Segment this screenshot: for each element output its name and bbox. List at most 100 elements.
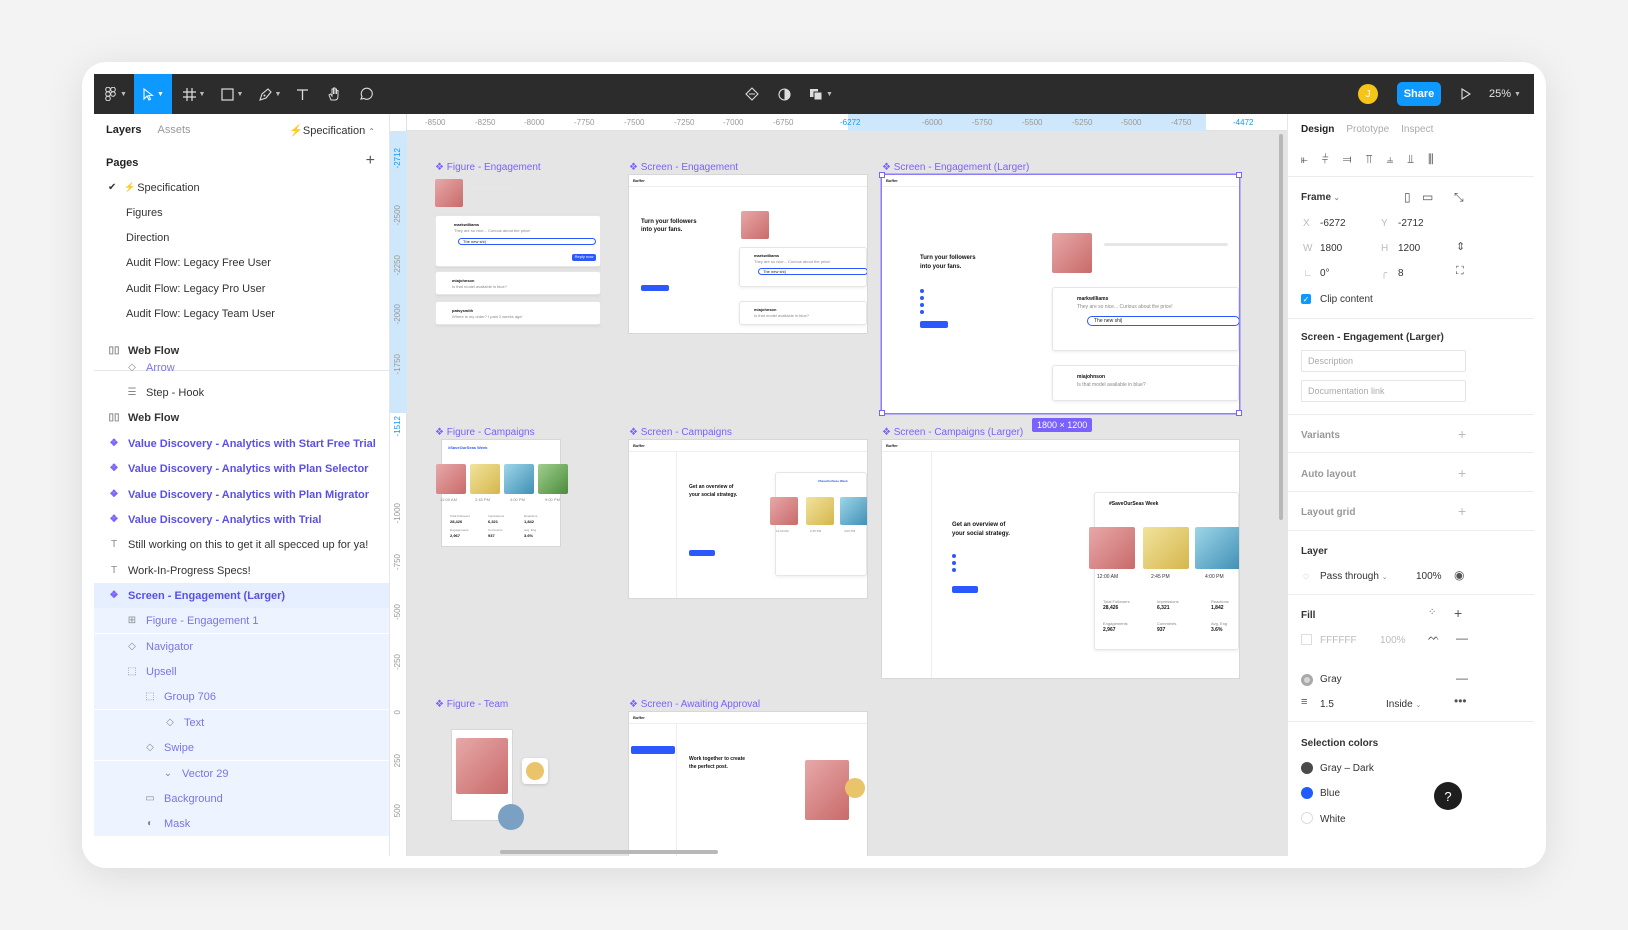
height-input[interactable]: 1200 xyxy=(1398,243,1420,254)
align-left-icon[interactable]: ⫦ xyxy=(1301,152,1308,167)
color-swatch[interactable] xyxy=(1301,812,1313,824)
layer-value-discovery-free-trial[interactable]: ❖ Value Discovery - Analytics with Start … xyxy=(94,431,389,456)
frame-screen-campaigns-larger[interactable]: Buffer Get an overview of your social st… xyxy=(882,440,1239,678)
current-page-selector[interactable]: ⚡Specification ⌃ xyxy=(289,124,375,137)
hand-tool-button[interactable] xyxy=(322,74,346,114)
frame-label-screen-engagement[interactable]: ❖ Screen - Engagement xyxy=(629,162,738,173)
tab-inspect[interactable]: Inspect xyxy=(1401,124,1433,135)
page-item-audit-pro[interactable]: Audit Flow: Legacy Pro User xyxy=(94,276,389,301)
canvas-horizontal-scrollbar[interactable] xyxy=(500,850,718,854)
layer-arrow[interactable]: ◇ Arrow xyxy=(94,355,389,380)
selection-color-name[interactable]: Blue xyxy=(1320,788,1340,799)
color-swatch[interactable] xyxy=(1301,787,1313,799)
layer-vector-29[interactable]: ⌄ Vector 29 xyxy=(94,761,389,786)
y-input[interactable]: -2712 xyxy=(1398,218,1424,229)
page-item-direction[interactable]: Direction xyxy=(94,225,389,250)
layer-background[interactable]: ▭ Background xyxy=(94,786,389,811)
layer-text-wip[interactable]: T Work-In-Progress Specs! xyxy=(94,558,389,583)
canvas-vertical-scrollbar[interactable] xyxy=(1279,134,1283,520)
component-swap-button[interactable] xyxy=(740,74,764,114)
stroke-swatch[interactable] xyxy=(1301,674,1313,686)
corner-radius-input[interactable]: 8 xyxy=(1398,268,1404,279)
layer-navigator[interactable]: ◇ Navigator xyxy=(94,634,389,659)
tab-assets[interactable]: Assets xyxy=(157,124,190,136)
add-fill-plus-icon[interactable]: + xyxy=(1454,605,1462,621)
main-menu-button[interactable]: ▼ xyxy=(100,74,132,114)
align-center-h-icon[interactable]: ⫩ xyxy=(1322,152,1329,167)
landscape-orientation-icon[interactable]: ▭ xyxy=(1422,190,1433,204)
design-canvas[interactable]: -8500 -8250 -8000 -7750 -7500 -7250 -700… xyxy=(390,114,1287,856)
layer-web-flow-2[interactable]: ▯▯ Web Flow xyxy=(94,405,389,430)
clip-content-checkbox[interactable]: ✓ xyxy=(1301,294,1311,304)
page-item-specification[interactable]: ✔ ⚡ Specification xyxy=(94,175,389,200)
remove-stroke-minus-icon[interactable]: — xyxy=(1456,671,1468,685)
documentation-link-input[interactable]: Documentation link xyxy=(1301,380,1466,402)
zoom-dropdown[interactable]: 25% ▼ xyxy=(1489,74,1521,114)
align-middle-v-icon[interactable]: ⫨ xyxy=(1387,152,1394,167)
portrait-orientation-icon[interactable]: ▯ xyxy=(1404,190,1411,204)
description-input[interactable]: Description xyxy=(1301,350,1466,372)
layer-mask[interactable]: ◐ Mask xyxy=(94,811,389,836)
comment-tool-button[interactable] xyxy=(354,74,378,114)
align-right-icon[interactable]: ⫤ xyxy=(1343,152,1352,167)
tab-design[interactable]: Design xyxy=(1301,124,1334,135)
constrain-proportions-icon[interactable]: ⇕ xyxy=(1456,240,1465,253)
x-input[interactable]: -6272 xyxy=(1320,218,1346,229)
frame-dropdown[interactable]: Frame ⌄ xyxy=(1301,192,1340,203)
eye-icon[interactable]: ◉ xyxy=(1454,568,1464,582)
help-button[interactable]: ? xyxy=(1434,782,1462,810)
mask-button[interactable] xyxy=(772,74,796,114)
selection-color-name[interactable]: White xyxy=(1320,814,1346,825)
selection-handle[interactable] xyxy=(1236,172,1242,178)
width-input[interactable]: 1800 xyxy=(1320,243,1342,254)
layer-opacity-input[interactable]: 100% xyxy=(1416,571,1442,582)
add-variant-plus-icon[interactable]: + xyxy=(1458,426,1466,442)
resize-to-fit-icon[interactable]: ⤡ xyxy=(1454,190,1464,205)
frame-screen-campaigns[interactable]: Buffer Get an overview of your social st… xyxy=(629,440,867,598)
frame-figure-engagement[interactable]: markwilliams They are so nice... Curious… xyxy=(435,175,601,329)
move-tool-button[interactable]: ▼ xyxy=(134,74,172,114)
stroke-position-dropdown[interactable]: Inside ⌄ xyxy=(1386,699,1421,710)
frame-label-figure-campaigns[interactable]: ❖ Figure - Campaigns xyxy=(435,427,535,438)
style-grid-icon[interactable]: ⁘ xyxy=(1428,607,1436,618)
layer-value-discovery-plan-selector[interactable]: ❖ Value Discovery - Analytics with Plan S… xyxy=(94,456,389,481)
frame-label-screen-campaigns[interactable]: ❖ Screen - Campaigns xyxy=(629,427,732,438)
add-layout-grid-plus-icon[interactable]: + xyxy=(1458,503,1466,519)
page-item-audit-free[interactable]: Audit Flow: Legacy Free User xyxy=(94,250,389,275)
more-options-icon[interactable]: ••• xyxy=(1454,694,1467,708)
align-top-icon[interactable]: ⫪ xyxy=(1366,152,1373,167)
add-auto-layout-plus-icon[interactable]: + xyxy=(1458,465,1466,481)
rotation-input[interactable]: 0° xyxy=(1320,268,1330,279)
fill-swatch[interactable] xyxy=(1301,634,1312,645)
selection-handle[interactable] xyxy=(1236,410,1242,416)
layer-figure-engagement-1[interactable]: ⊞ Figure - Engagement 1 xyxy=(94,608,389,633)
present-button[interactable] xyxy=(1454,74,1478,114)
fill-opacity-input[interactable]: 100% xyxy=(1380,635,1406,646)
frame-screen-awaiting-approval[interactable]: Buffer Work together to create the perfe… xyxy=(629,712,867,856)
eye-hidden-icon[interactable]: ᨓ xyxy=(1428,632,1440,643)
layer-screen-engagement-larger[interactable]: ❖ Screen - Engagement (Larger) xyxy=(94,583,389,608)
add-page-button[interactable]: + xyxy=(366,152,375,170)
align-bottom-icon[interactable]: ⫫ xyxy=(1407,152,1414,167)
frame-label-screen-engagement-larger[interactable]: ❖ Screen - Engagement (Larger) xyxy=(882,162,1029,173)
layer-value-discovery-plan-migrator[interactable]: ❖ Value Discovery - Analytics with Plan M… xyxy=(94,482,389,507)
frame-screen-engagement-larger[interactable]: Buffer Turn your followers into your fan… xyxy=(882,175,1239,413)
layer-text-still-working[interactable]: T Still working on this to get it all spe… xyxy=(94,532,389,557)
color-swatch[interactable] xyxy=(1301,762,1313,774)
layer-value-discovery-trial[interactable]: ❖ Value Discovery - Analytics with Trial xyxy=(94,507,389,532)
shape-tool-button[interactable]: ▼ xyxy=(216,74,248,114)
boolean-ops-button[interactable]: ▼ xyxy=(804,74,838,114)
distribute-icon[interactable]: ⫼ xyxy=(1428,152,1434,167)
layer-group-706[interactable]: ⬚ Group 706 xyxy=(94,684,389,709)
frame-label-figure-team[interactable]: ❖ Figure - Team xyxy=(435,699,508,710)
pen-tool-button[interactable]: ▼ xyxy=(254,74,286,114)
tab-layers[interactable]: Layers xyxy=(106,124,141,136)
page-item-figures[interactable]: Figures xyxy=(94,200,389,225)
independent-corners-icon[interactable]: ⛶ xyxy=(1456,265,1464,278)
selection-handle[interactable] xyxy=(879,410,885,416)
layer-swipe[interactable]: ◇ Swipe xyxy=(94,735,389,760)
remove-fill-minus-icon[interactable]: — xyxy=(1456,631,1468,645)
stroke-color-name[interactable]: Gray xyxy=(1320,674,1342,685)
selection-handle[interactable] xyxy=(879,172,885,178)
frame-label-screen-awaiting-approval[interactable]: ❖ Screen - Awaiting Approval xyxy=(629,699,760,710)
